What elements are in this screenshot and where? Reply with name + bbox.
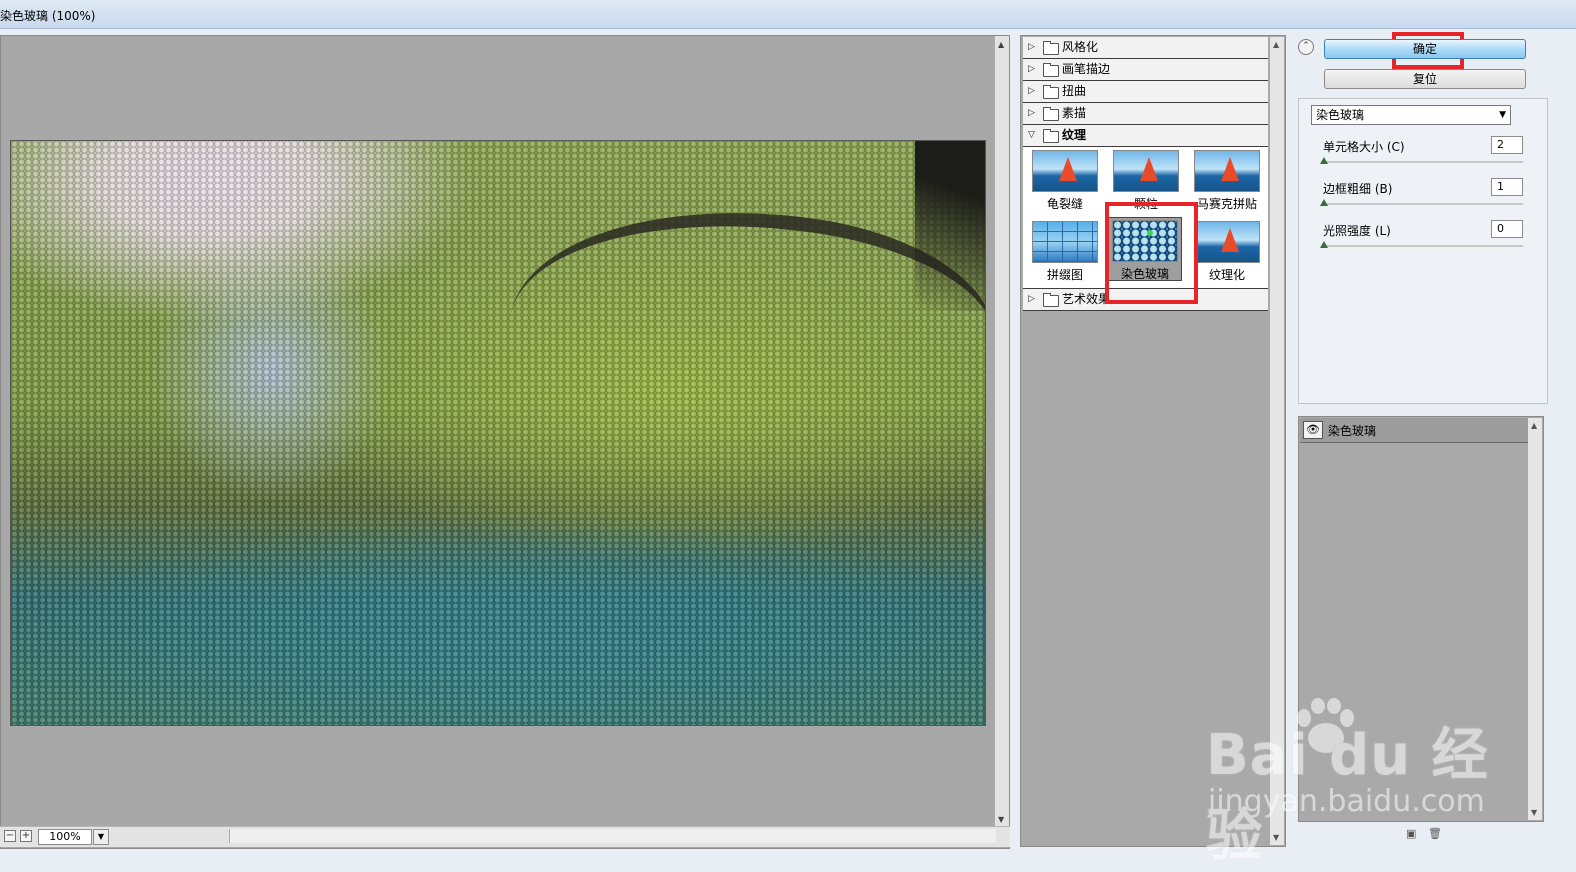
texturizer-thumbnail-icon [1194,221,1260,263]
patchwork-thumbnail-icon [1032,221,1098,263]
expand-arrow-icon[interactable]: ▷ [1028,289,1035,309]
filter-select[interactable]: 染色玻璃 ▼ [1311,105,1511,125]
category-texture[interactable]: ▽ 纹理 [1023,125,1268,147]
category-distort[interactable]: ▷ 扭曲 [1023,81,1268,103]
effect-layers-panel: 👁 染色玻璃 ▲ ▼ [1298,416,1544,822]
border-thickness-label: 边框粗细 (B) [1323,182,1393,196]
zoom-in-button[interactable]: + [20,830,32,842]
filter-thumb-grain[interactable]: 颗粒 [1109,148,1183,212]
gallery-scrollbar[interactable]: ▲ ▼ [1270,37,1284,845]
expand-arrow-icon[interactable]: ▷ [1028,59,1035,79]
filter-thumb-texturizer[interactable]: 纹理化 [1190,219,1264,283]
open-folder-icon [1043,129,1059,143]
zoom-level-field[interactable]: 100% [38,829,92,845]
scroll-down-icon[interactable]: ▼ [1273,833,1279,842]
collapse-chevron-icon[interactable]: ⌃ [1298,39,1314,55]
folder-icon [1043,293,1059,307]
category-stylize[interactable]: ▷ 风格化 [1023,37,1268,59]
thumb-label: 龟裂缝 [1046,197,1083,211]
category-label: 扭曲 [1062,84,1087,98]
stained-glass-thumbnail-icon [1112,220,1178,262]
filter-thumb-craquelure[interactable]: 龟裂缝 [1028,148,1102,212]
expand-arrow-icon[interactable]: ▷ [1028,103,1035,123]
folder-icon [1043,107,1059,121]
expand-arrow-icon[interactable]: ▷ [1028,37,1035,57]
reset-button[interactable]: 复位 [1324,69,1526,89]
preview-vertical-scrollbar[interactable]: ▲ ▼ [995,36,1009,828]
expand-arrow-icon[interactable]: ▷ [1028,81,1035,101]
slider-knob[interactable] [1320,157,1328,164]
dark-foliage [915,141,985,311]
category-artistic[interactable]: ▷ 艺术效果 [1023,289,1268,311]
preview-horizontal-scrollbar[interactable] [229,829,996,843]
zoom-bar: − + 100% ▼ [0,826,1010,847]
craquelure-thumbnail-icon [1032,150,1098,192]
layers-scrollbar[interactable]: ▲ ▼ [1528,418,1542,820]
cell-size-input[interactable]: 2 [1491,136,1523,154]
preview-image[interactable] [10,140,986,726]
filter-thumb-patchwork[interactable]: 拼缀图 [1028,219,1102,283]
cell-size-label: 单元格大小 (C) [1323,140,1405,154]
preview-area[interactable]: ▲ ▼ [0,35,1010,849]
chevron-down-icon[interactable]: ▼ [1499,106,1506,124]
light-intensity-label: 光照强度 (L) [1323,224,1391,238]
folder-icon [1043,63,1059,77]
window-title: 染色玻璃 (100%) [0,9,96,23]
slider-knob[interactable] [1320,199,1328,206]
cell-size-slider[interactable] [1320,157,1523,164]
category-label: 纹理 [1062,128,1087,142]
category-label: 艺术效果 [1062,292,1111,306]
thumb-label: 颗粒 [1133,197,1158,211]
scroll-up-icon[interactable]: ▲ [998,40,1004,49]
filter-thumb-mosaic-tiles[interactable]: 马赛克拼贴 [1190,148,1264,212]
border-thickness-slider[interactable] [1320,199,1523,206]
category-sketch[interactable]: ▷ 素描 [1023,103,1268,125]
thumb-label: 马赛克拼贴 [1196,197,1257,211]
filter-category-list: ▷ 风格化 ▷ 画笔描边 ▷ 扭曲 ▷ 素描 ▽ 纹理 龟裂缝 颗粒 马赛克拼贴… [1023,37,1268,311]
scroll-up-icon[interactable]: ▲ [1273,40,1279,49]
category-brush-strokes[interactable]: ▷ 画笔描边 [1023,59,1268,81]
filter-gallery: ▷ 风格化 ▷ 画笔描边 ▷ 扭曲 ▷ 素描 ▽ 纹理 龟裂缝 颗粒 马赛克拼贴… [1020,35,1286,847]
thumb-label: 染色玻璃 [1120,267,1169,281]
category-label: 风格化 [1062,40,1099,54]
new-layer-icon[interactable]: ▣ [1406,828,1418,840]
thumb-label: 拼缀图 [1046,268,1083,282]
border-thickness-input[interactable]: 1 [1491,178,1523,196]
zoom-dropdown-icon[interactable]: ▼ [93,829,109,845]
light-intensity-slider[interactable] [1320,241,1523,248]
mosaic-tiles-thumbnail-icon [1194,150,1260,192]
folder-icon [1043,41,1059,55]
eye-icon[interactable]: 👁 [1303,421,1323,439]
texture-thumbnails: 龟裂缝 颗粒 马赛克拼贴 拼缀图 染色玻璃 纹理化 [1023,147,1268,289]
scroll-down-icon[interactable]: ▼ [998,815,1004,824]
effect-layer-name: 染色玻璃 [1328,424,1377,438]
effect-layer-row[interactable]: 👁 染色玻璃 [1300,418,1528,443]
light-intensity-input[interactable]: 0 [1491,220,1523,238]
filter-thumb-stained-glass[interactable]: 染色玻璃 [1108,217,1182,281]
grain-thumbnail-icon [1113,150,1179,192]
ok-button[interactable]: 确定 [1324,39,1526,59]
title-bar: 染色玻璃 (100%) [0,0,1576,29]
filter-select-value: 染色玻璃 [1316,108,1365,122]
category-label: 画笔描边 [1062,62,1111,76]
collapse-arrow-icon[interactable]: ▽ [1028,125,1035,145]
scroll-down-icon[interactable]: ▼ [1531,808,1537,817]
thumb-label: 纹理化 [1208,268,1245,282]
scroll-up-icon[interactable]: ▲ [1531,421,1537,430]
trash-icon[interactable]: 🗑 [1428,828,1442,840]
category-label: 素描 [1062,106,1087,120]
slider-knob[interactable] [1320,241,1328,248]
zoom-out-button[interactable]: − [4,830,16,842]
folder-icon [1043,85,1059,99]
